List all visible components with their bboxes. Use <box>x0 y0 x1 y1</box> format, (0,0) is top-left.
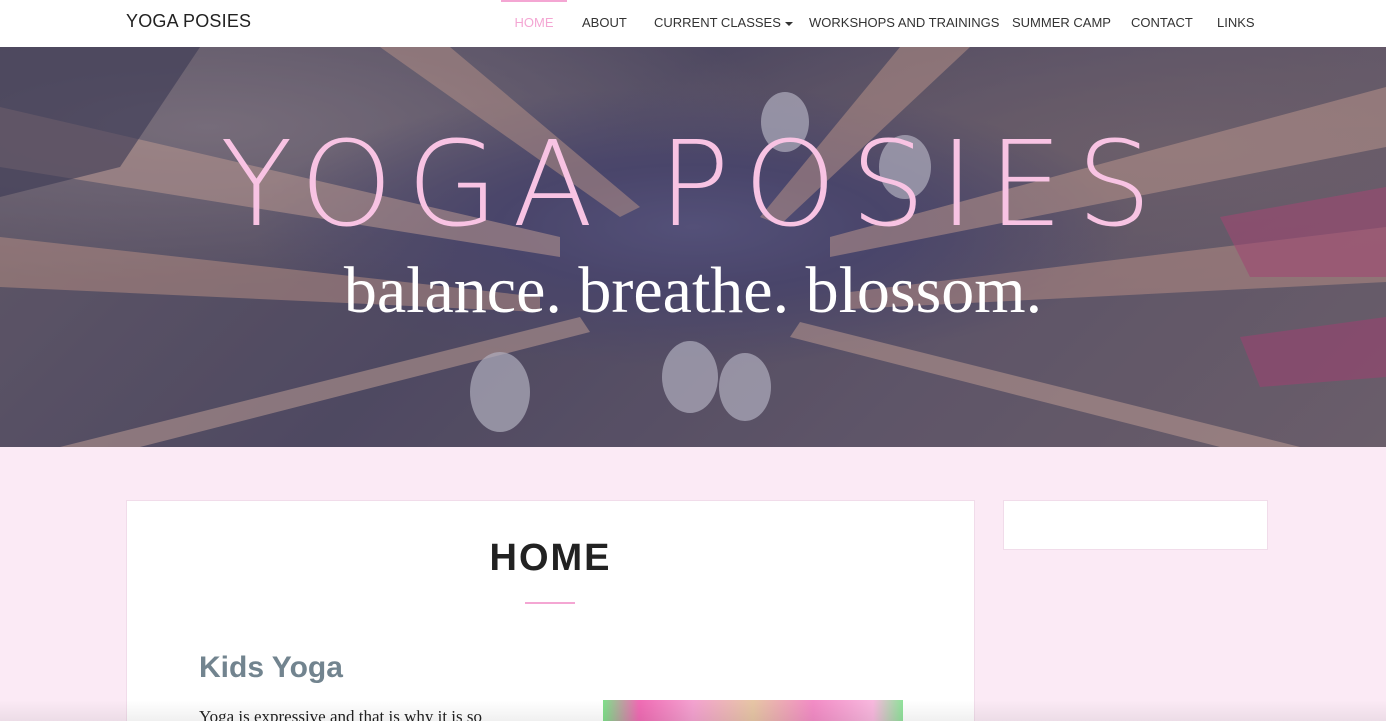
nav-item-label: HOME <box>514 15 554 30</box>
nav-item-label: CURRENT CLASSES <box>654 15 781 30</box>
brand-logo[interactable]: YOGA POSIES <box>126 11 251 32</box>
nav-item-links[interactable]: LINKS <box>1217 0 1255 47</box>
kids-yoga-photo <box>603 700 903 721</box>
sidebar-widget <box>1003 500 1268 550</box>
hero-tagline: balance. breathe. blossom. <box>343 254 1043 327</box>
nav-item-label: ABOUT <box>582 15 627 30</box>
nav-item-label: LINKS <box>1217 15 1255 30</box>
nav-item-label: CONTACT <box>1131 15 1193 30</box>
nav-item-summer-camp[interactable]: SUMMER CAMP <box>1012 0 1111 47</box>
nav-item-contact[interactable]: CONTACT <box>1131 0 1193 47</box>
navbar: YOGA POSIES HOME ABOUT CURRENT CLASSES W… <box>0 0 1386 47</box>
nav-item-home[interactable]: HOME <box>501 0 567 47</box>
caret-down-icon <box>784 21 793 26</box>
nav-item-current-classes[interactable]: CURRENT CLASSES <box>654 0 793 47</box>
intro-paragraph: Yoga is expressive and that is why it is… <box>199 707 483 721</box>
nav-item-label: WORKSHOPS AND TRAININGS <box>809 15 1000 30</box>
nav-item-about[interactable]: ABOUT <box>582 0 627 47</box>
hero-title: YOGA POSIES <box>220 115 1166 253</box>
page-title: HOME <box>489 537 612 579</box>
section-heading: Kids Yoga <box>199 651 343 684</box>
nav-item-label: SUMMER CAMP <box>1012 15 1111 30</box>
hero-banner: YOGA POSIES balance. breathe. blossom. <box>0 47 1386 447</box>
nav-item-workshops[interactable]: WORKSHOPS AND TRAININGS <box>809 0 999 47</box>
title-divider <box>525 602 575 604</box>
main-content-card: HOME Kids Yoga Yoga is expressive and th… <box>126 500 975 721</box>
